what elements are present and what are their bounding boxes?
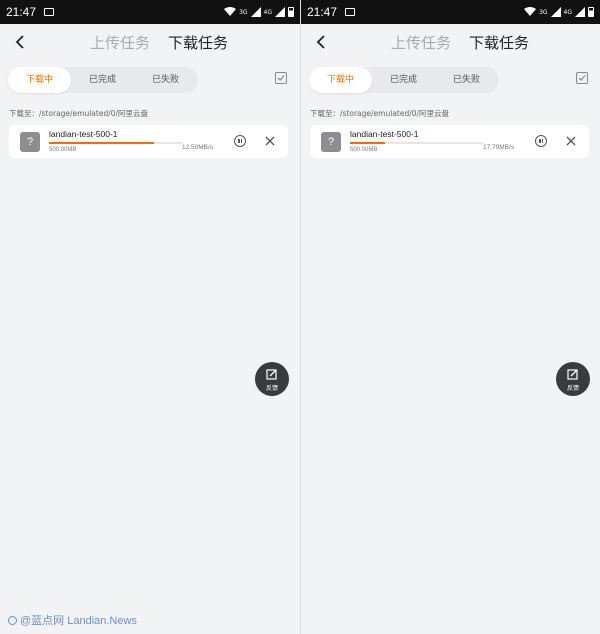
tab-download-tasks[interactable]: 下载任务 (469, 32, 529, 53)
download-progress-bar (350, 142, 484, 144)
phone-screen-right: 21:47 3G 4G 上传任务 下载任务 下载中 已完成 已失败 下载至：/s… (300, 0, 600, 634)
wifi-icon (224, 7, 237, 16)
network-3g-label: 3G (239, 8, 248, 16)
back-arrow-icon[interactable] (12, 33, 30, 51)
select-all-checkbox-icon[interactable] (576, 72, 588, 84)
watermark: @蓝点网 Landian.News (8, 612, 137, 628)
comparison-screenshots: 21:47 3G 4G 上传任务 下载任务 下载中 已完成 已失败 下载至：/s… (0, 0, 600, 634)
download-progress-bar (49, 142, 183, 144)
segment-failed[interactable]: 已失败 (435, 67, 498, 93)
feedback-button[interactable]: 反馈 (255, 362, 289, 396)
segment-completed[interactable]: 已完成 (71, 67, 134, 93)
segment-downloading[interactable]: 下载中 (309, 67, 372, 93)
feedback-button[interactable]: 反馈 (556, 362, 590, 396)
feedback-edit-icon (266, 369, 277, 380)
header: 上传任务 下载任务 (0, 24, 300, 60)
system-icons: 3G 4G (524, 7, 594, 17)
file-size: 500.00MB (350, 147, 378, 153)
status-filter-segments: 下载中 已完成 已失败 (309, 67, 499, 93)
status-time: 21:47 (6, 5, 37, 19)
status-bar: 21:47 3G 4G (301, 0, 600, 24)
download-progress-fill (49, 142, 154, 144)
select-all-checkbox-icon[interactable] (275, 72, 287, 84)
segment-downloading[interactable]: 下载中 (8, 67, 71, 93)
image-notification-icon (44, 8, 55, 16)
network-4g-label: 4G (263, 8, 272, 16)
close-icon[interactable] (565, 135, 577, 147)
close-icon[interactable] (264, 135, 276, 147)
segment-completed[interactable]: 已完成 (372, 67, 435, 93)
feedback-edit-icon (567, 369, 578, 380)
download-speed: 17.79MB/s (483, 144, 515, 151)
unknown-file-icon: ? (321, 132, 341, 152)
file-name: landian-test-500-1 (350, 129, 419, 139)
back-arrow-icon[interactable] (313, 33, 331, 51)
signal-icon (275, 7, 285, 17)
status-bar: 21:47 3G 4G (0, 0, 300, 24)
system-icons: 3G 4G (224, 7, 294, 17)
battery-icon (288, 7, 294, 17)
header: 上传任务 下载任务 (301, 24, 600, 60)
pause-icon[interactable] (234, 135, 246, 147)
segment-failed[interactable]: 已失败 (134, 67, 197, 93)
tab-upload-tasks[interactable]: 上传任务 (391, 32, 451, 53)
status-filter-segments: 下载中 已完成 已失败 (8, 67, 198, 93)
download-path-label: 下载至：/storage/emulated/0/阿里云盘 (310, 109, 450, 118)
wifi-icon (524, 7, 537, 16)
signal-icon (550, 7, 561, 17)
signal-icon (250, 7, 261, 17)
status-time: 21:47 (307, 5, 338, 19)
file-name: landian-test-500-1 (49, 129, 118, 139)
network-4g-label: 4G (563, 8, 572, 16)
phone-screen-left: 21:47 3G 4G 上传任务 下载任务 下载中 已完成 已失败 下载至：/s… (0, 0, 300, 634)
feedback-label: 反馈 (265, 385, 278, 392)
network-3g-label: 3G (539, 8, 548, 16)
download-speed: 12.50MB/s (182, 144, 214, 151)
watermark-logo-icon (8, 615, 17, 625)
image-notification-icon (345, 8, 356, 16)
file-size: 500.00MB (49, 147, 77, 153)
watermark-text: @蓝点网 Landian.News (20, 615, 137, 627)
feedback-label: 反馈 (566, 385, 579, 392)
signal-icon (575, 7, 585, 17)
tab-upload-tasks[interactable]: 上传任务 (90, 32, 150, 53)
download-path-label: 下载至：/storage/emulated/0/阿里云盘 (9, 109, 149, 118)
download-task-card[interactable]: ? landian-test-500-1 500.00MB 17.79MB/s (310, 125, 589, 158)
download-progress-fill (350, 142, 385, 144)
download-task-card[interactable]: ? landian-test-500-1 500.00MB 12.50MB/s (9, 125, 288, 158)
pause-icon[interactable] (535, 135, 547, 147)
unknown-file-icon: ? (20, 132, 40, 152)
battery-icon (588, 7, 594, 17)
tab-download-tasks[interactable]: 下载任务 (168, 32, 228, 53)
